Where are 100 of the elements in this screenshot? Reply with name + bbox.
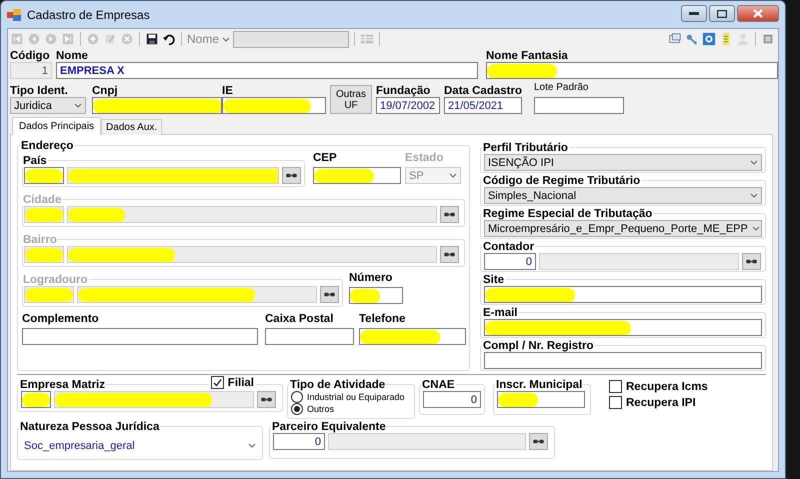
radio-button[interactable] [291,391,303,403]
field-label: Número [349,272,394,284]
field-label: Complemento [22,313,100,325]
field-label: CEP [313,152,338,164]
minimize-button[interactable] [681,5,707,22]
field-label: Nome Fantasia [486,50,569,62]
po-box-field[interactable] [265,328,354,345]
tab[interactable]: Dados Aux. [101,119,162,135]
field-label: Cnpj [92,85,119,97]
caret-icon [449,173,457,178]
field-label: Data Cadastro [444,85,522,97]
ie-field[interactable] [222,97,326,114]
checkbox[interactable] [609,380,622,393]
field-label: E-mail [482,307,518,319]
lookup-button[interactable] [742,253,761,270]
name-field[interactable]: EMPRESA X [56,62,478,79]
field-label: Inscr. Municipal [496,379,582,391]
field-label: CNAE [422,379,455,391]
tax-profile-dropdown[interactable]: ISENÇÃO IPI [484,154,762,171]
field-label: Nome [56,50,89,62]
field-label: Código de Regime Tributário [482,175,640,187]
municipal-registration-field[interactable] [497,391,585,408]
undo-icon[interactable] [162,32,176,46]
list-icon[interactable] [761,32,775,46]
lookup-button[interactable] [320,286,339,303]
field-label: Tipo Ident. [10,85,69,97]
email-field[interactable] [484,319,762,336]
maximize-button[interactable] [709,5,735,22]
caret-icon [222,36,230,42]
cnae-field[interactable]: 0 [423,391,481,408]
binoculars-icon [533,438,544,445]
field-label: Site [482,274,504,286]
registration-field[interactable] [484,352,762,369]
caret-icon [752,226,760,231]
field-label: Lote Padrão [534,82,590,94]
tax-regime-dropdown[interactable]: Simples_Nacional [484,187,762,204]
caret-icon [750,193,758,198]
batch-field[interactable] [534,97,624,114]
field-label: Natureza Pessoa Jurídica [20,421,160,433]
binoculars-icon [324,291,335,298]
checkbox[interactable] [609,396,622,409]
field-label: Bairro [23,234,57,246]
maximize-icon [717,10,727,18]
group-title: Tipo de Atividade [290,379,386,391]
radio-label: Industrial ou Equiparado [307,392,405,402]
complement-field[interactable] [22,328,258,345]
binoculars-icon [261,396,272,403]
window-title: Cadastro de Empresas [27,8,150,22]
trade-name-field[interactable] [486,62,778,79]
checkbox[interactable] [210,376,224,389]
number-field[interactable] [349,287,403,304]
check-icon [212,378,222,387]
lookup-button[interactable] [440,206,459,223]
binoculars-icon [286,172,297,179]
binoculars-icon [444,251,455,258]
app-icon [7,8,21,20]
key-icon[interactable] [685,32,699,46]
field-label: Caixa Postal [265,313,334,325]
field-label: Estado [405,152,444,164]
field-label: Perfil Tributário [482,142,568,154]
lookup-button[interactable] [440,246,459,263]
binoculars-icon [746,258,757,265]
caret-icon [750,160,758,165]
field-label: Contador [482,241,534,253]
code-field[interactable]: 0 [273,433,325,450]
field-label: Logradouro [23,274,88,286]
checkbox-label: Recupera IPI [626,396,696,408]
lookup-button[interactable] [282,167,301,184]
date-field[interactable]: 21/05/2021 [444,97,522,114]
field-label: Fundação [376,85,432,97]
identification-type-dropdown[interactable]: Juridica [10,97,86,114]
target-icon[interactable] [702,32,716,46]
save-icon[interactable] [145,32,159,46]
lookup-button[interactable] [529,433,548,450]
field-label: Empresa Matriz [20,379,106,391]
field-label: País [23,155,47,167]
field-label: Compl / Nr. Registro [482,340,594,352]
radio-label: Outros [307,404,334,414]
close-button[interactable] [737,5,779,22]
checkbox-label: Filial [228,376,254,388]
date-field[interactable]: 19/07/2002 [376,97,440,114]
other-states-button[interactable]: Outras UF [330,85,372,114]
windows-icon[interactable] [668,32,682,46]
field-label: Cidade [23,194,62,206]
field-label: IE [222,85,234,97]
special-regime-dropdown[interactable]: Microempresário_e_Empr_Pequeno_Porte_ME_EPP [484,220,762,237]
field-label: Parceiro Equivalente [272,421,386,433]
radio-button[interactable] [291,403,303,415]
group-title: Endereço [21,140,74,152]
field-label: Código [10,50,51,62]
minimize-icon [689,12,699,16]
code-field[interactable]: 0 [484,253,536,270]
caret-icon [74,103,82,108]
website-field[interactable] [484,286,762,303]
close-icon [753,9,763,18]
tab[interactable]: Dados Principais [12,117,102,135]
postal-code-field[interactable] [313,167,401,184]
field-label: Telefone [359,313,406,325]
phone-field[interactable] [359,328,466,345]
lookup-button[interactable] [257,391,276,408]
